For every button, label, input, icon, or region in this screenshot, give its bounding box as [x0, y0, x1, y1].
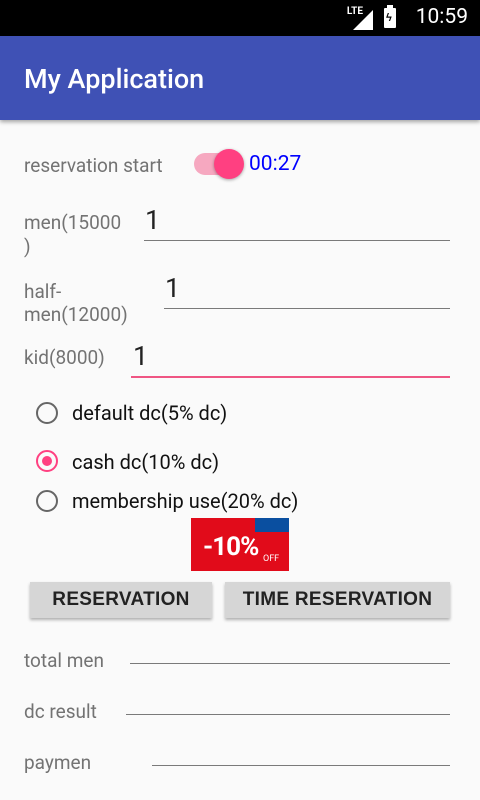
- payment-label: paymen: [24, 751, 92, 774]
- app-title: My Application: [24, 63, 205, 95]
- clock: 10:59: [415, 5, 468, 29]
- time-reservation-button[interactable]: TIME RESERVATION: [225, 582, 450, 618]
- total-men-label: total men: [24, 649, 104, 672]
- half-men-label-line2: men(12000): [24, 303, 128, 326]
- reservation-button[interactable]: RESERVATION: [30, 582, 212, 618]
- status-bar: LTE ϟ 10:59: [0, 0, 480, 36]
- radio-membership-dc[interactable]: [36, 490, 58, 512]
- reservation-switch[interactable]: [214, 149, 244, 179]
- radio-cash-dc[interactable]: [36, 450, 58, 472]
- app-bar: My Application: [0, 36, 480, 120]
- discount-banner-image: -10% OFF: [191, 518, 289, 571]
- half-men-label-line1: half-: [24, 280, 62, 303]
- half-men-input-underline: [164, 308, 450, 309]
- dc-result-underline: [126, 714, 450, 715]
- kid-input-underline: [131, 376, 450, 378]
- dc-result-label: dc result: [24, 700, 97, 723]
- reservation-start-label: reservation start: [24, 154, 163, 177]
- radio-membership-dc-label[interactable]: membership use(20% dc): [72, 489, 298, 513]
- radio-cash-dc-label[interactable]: cash dc(10% dc): [72, 450, 219, 474]
- payment-underline: [152, 765, 450, 766]
- men-label-line2: ): [24, 235, 31, 258]
- radio-default-dc[interactable]: [36, 402, 58, 424]
- banner-stripe: [255, 518, 289, 532]
- banner-off-text: OFF: [263, 554, 280, 564]
- kid-input[interactable]: 1: [133, 340, 148, 372]
- total-men-underline: [130, 663, 450, 664]
- men-input[interactable]: 1: [145, 204, 160, 236]
- radio-default-dc-label[interactable]: default dc(5% dc): [72, 401, 227, 425]
- men-input-underline: [144, 240, 450, 241]
- half-men-input[interactable]: 1: [165, 272, 180, 304]
- banner-text: -10%: [203, 532, 259, 562]
- cell-signal-icon: [353, 10, 373, 30]
- reservation-timer: 00:27: [249, 152, 302, 176]
- men-label-line1: men(15000: [24, 211, 122, 234]
- battery-charging-icon: ϟ: [384, 5, 396, 28]
- kid-label: kid(8000): [24, 346, 105, 369]
